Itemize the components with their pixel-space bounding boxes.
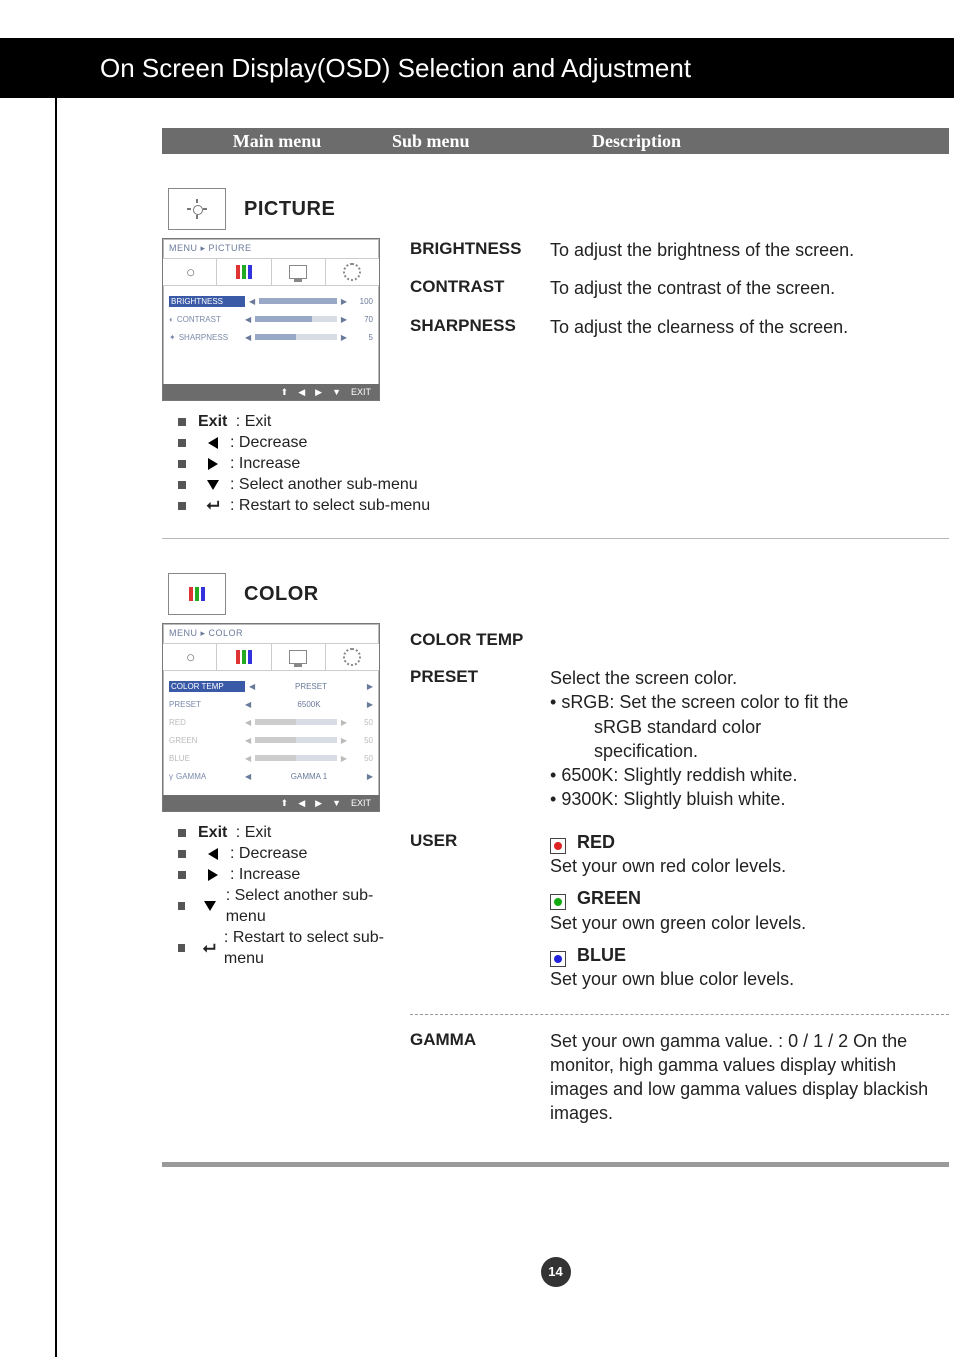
triangle-down-icon [197, 901, 224, 911]
sub-sharpness: SHARPNESS [410, 315, 550, 339]
desc-preset: Select the screen color. sRGB: Set the s… [550, 666, 949, 812]
section-title-color: COLOR [244, 583, 319, 606]
osd-item-green: GREEN [169, 736, 241, 745]
osd-tab-color-icon [217, 644, 271, 670]
osd-val-brightness: 100 [351, 297, 373, 306]
desc-brightness: To adjust the brightness of the screen. [550, 238, 949, 262]
color-descriptions: COLOR TEMP PRESET Select the screen colo… [392, 623, 949, 1140]
sub-preset: PRESET [410, 666, 550, 812]
triangle-right-icon [198, 869, 228, 881]
osd-tab-picture-icon [163, 259, 217, 285]
desc-user: RED Set your own red color levels. GREEN… [550, 830, 949, 1000]
triangle-down-icon [198, 480, 228, 490]
osd-item-blue: BLUE [169, 754, 241, 763]
legend-restart: : Restart to select sub-menu [230, 495, 430, 516]
dashed-divider [410, 1014, 949, 1015]
osd-item-colortemp: COLOR TEMP [169, 681, 245, 692]
column-header-row: Main menu Sub menu Description [162, 128, 949, 154]
triangle-right-icon [198, 458, 228, 470]
osd-preview-color: MENU ▸ COLOR COLOR TEMP ◀PRESET▶ [162, 623, 380, 812]
osd-item-brightness: BRIGHTNESS [169, 296, 245, 307]
brightness-icon [168, 188, 226, 230]
return-up-icon: ⮠ [197, 938, 222, 959]
desc-contrast: To adjust the contrast of the screen. [550, 276, 949, 300]
osd-item-sharpness: ✦ SHARPNESS [169, 333, 241, 342]
osd-footer: ⬆◀▶▼EXIT [163, 384, 379, 400]
section-picture: PICTURE MENU ▸ PICTURE [162, 188, 949, 539]
osd-val-sharpness: 5 [351, 333, 373, 342]
sub-gamma: GAMMA [410, 1029, 550, 1126]
osd-val-contrast: 70 [351, 315, 373, 324]
osd-tab-color-icon [217, 259, 271, 285]
sub-contrast: CONTRAST [410, 276, 550, 300]
triangle-left-icon [198, 848, 228, 860]
desc-sharpness: To adjust the clearness of the screen. [550, 315, 949, 339]
legend-select: : Select another sub-menu [230, 474, 418, 495]
return-up-icon: ⮠ [198, 495, 228, 516]
osd-footer-color: ⬆◀▶▼EXIT [163, 795, 379, 811]
osd-item-contrast: ◐ CONTRAST [169, 315, 241, 324]
osd-item-red: RED [169, 718, 241, 727]
osd-tab-display-icon [272, 644, 326, 670]
osd-preview-picture: MENU ▸ PICTURE BRIGHTNESS ◀▶ 100 [162, 238, 380, 401]
red-chip-icon [550, 838, 566, 854]
sub-user: USER [410, 830, 550, 1000]
osd-item-preset: PRESET [169, 700, 241, 709]
triangle-left-icon [198, 437, 228, 449]
osd-tab-others-icon [326, 259, 379, 285]
osd-breadcrumb: MENU ▸ PICTURE [163, 239, 379, 258]
section-color: COLOR MENU ▸ COLOR COLO [162, 573, 949, 1167]
osd-tab-picture-icon [163, 644, 217, 670]
legend-decrease: : Decrease [230, 432, 307, 453]
legend-exit-desc: : Exit [236, 411, 272, 432]
osd-tab-others-icon [326, 644, 379, 670]
page-header: On Screen Display(OSD) Selection and Adj… [0, 38, 954, 98]
legend-picture: Exit : Exit : Decrease : Increase : Sele… [178, 411, 949, 516]
page-title: On Screen Display(OSD) Selection and Adj… [100, 53, 691, 84]
divider [162, 538, 949, 539]
picture-descriptions: BRIGHTNESS To adjust the brightness of t… [392, 238, 949, 401]
osd-breadcrumb-color: MENU ▸ COLOR [163, 624, 379, 643]
osd-tab-display-icon [272, 259, 326, 285]
color-bars-icon [168, 573, 226, 615]
blue-chip-icon [550, 951, 566, 967]
legend-color: Exit : Exit : Decrease : Increase : Sele… [178, 822, 392, 969]
section-title-picture: PICTURE [244, 198, 335, 221]
legend-exit-label: Exit [198, 411, 227, 432]
green-chip-icon [550, 894, 566, 910]
group-colortemp: COLOR TEMP [410, 629, 949, 652]
page-number: 14 [541, 1257, 571, 1287]
col-main: Main menu [162, 131, 392, 152]
col-sub: Sub menu [392, 131, 582, 152]
desc-gamma: Set your own gamma value. : 0 / 1 / 2 On… [550, 1029, 949, 1126]
col-desc: Description [582, 131, 949, 152]
section-end-divider [162, 1162, 949, 1167]
sub-brightness: BRIGHTNESS [410, 238, 550, 262]
legend-increase: : Increase [230, 453, 300, 474]
osd-item-gamma: γ GAMMA [169, 772, 241, 781]
